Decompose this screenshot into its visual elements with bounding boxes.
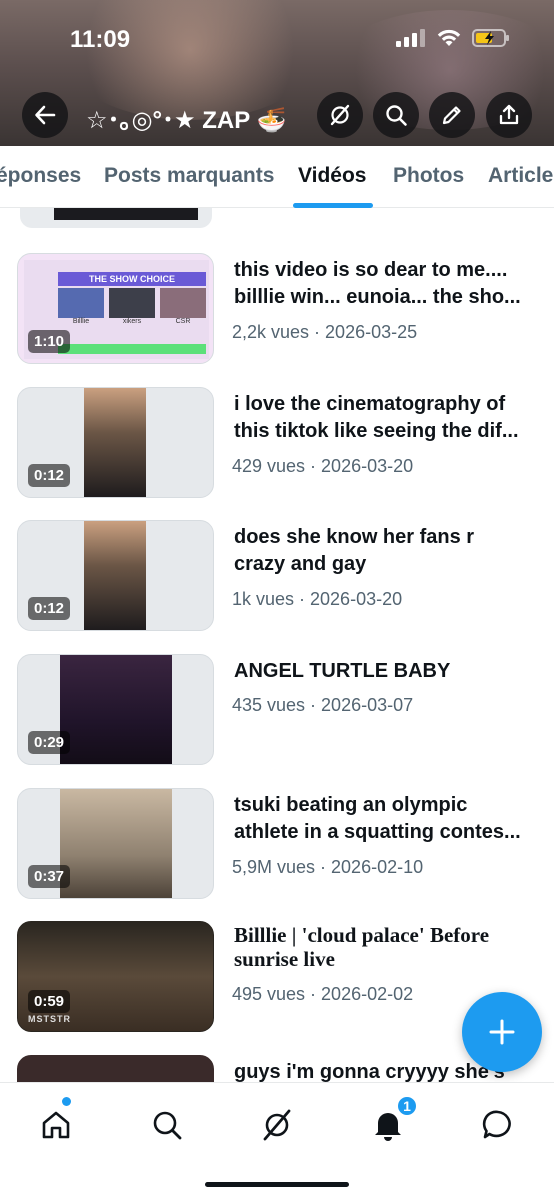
- video-thumbnail[interactable]: MSTSTR 0:59: [17, 921, 214, 1032]
- video-title: this video is so dear to me.... billlie …: [234, 259, 521, 308]
- video-meta: 5,9M vues · 2026-02-10: [232, 857, 424, 877]
- nav-explore[interactable]: [139, 1097, 195, 1153]
- group-label: CSR: [175, 318, 191, 325]
- video-meta: 495 vues · 2026-02-02: [232, 984, 414, 1004]
- profile-header: 11:09 ☆･｡◎°･★ ZAP 🍜: [0, 0, 554, 146]
- search-button[interactable]: [373, 92, 419, 138]
- video-thumbnail[interactable]: 0:12: [17, 520, 214, 631]
- video-thumbnail[interactable]: 0:29: [17, 654, 214, 765]
- pencil-icon: [442, 106, 461, 125]
- search-icon: [386, 105, 407, 126]
- video-title: Billlie | 'cloud palace' Before sunrise …: [234, 923, 490, 971]
- back-arrow-icon: [35, 105, 56, 125]
- notifications-badge: 1: [396, 1095, 418, 1117]
- video-thumbnail[interactable]: [17, 1055, 214, 1082]
- video-thumbnail[interactable]: 0:12: [17, 387, 214, 498]
- signal-icon: [396, 29, 425, 47]
- tab-highlights[interactable]: Posts marquants: [104, 164, 274, 188]
- video-title: i love the cinematography of this tiktok…: [234, 393, 519, 442]
- tab-articles[interactable]: Article: [488, 164, 553, 188]
- compose-button[interactable]: [462, 992, 542, 1072]
- profile-tabs: éponses Posts marquants Vidéos Photos Ar…: [0, 146, 554, 208]
- home-indicator: [205, 1182, 349, 1187]
- video-item[interactable]: guys i'm gonna cryyyy she's: [0, 1055, 554, 1082]
- group-label: Billlie: [72, 318, 90, 325]
- thumbnail-watermark: MSTSTR: [28, 1014, 71, 1024]
- video-item[interactable]: 0:37 tsuki beating an olympic athlete in…: [0, 788, 554, 908]
- video-duration: 0:12: [28, 464, 71, 487]
- explore-icon: [153, 1111, 182, 1140]
- grok-icon: [330, 104, 350, 126]
- tab-replies[interactable]: éponses: [0, 164, 81, 188]
- tab-videos[interactable]: Vidéos: [298, 164, 366, 188]
- share-button[interactable]: [486, 92, 532, 138]
- tab-photos[interactable]: Photos: [393, 164, 464, 188]
- video-title: tsuki beating an olympic athlete in a sq…: [234, 794, 521, 843]
- video-title: ANGEL TURTLE BABY: [234, 660, 451, 682]
- video-meta: 2,2k vues · 2026-03-25: [232, 322, 418, 342]
- back-button[interactable]: [22, 92, 68, 138]
- video-meta: 1k vues · 2026-03-20: [232, 589, 403, 609]
- share-icon: [499, 104, 519, 125]
- status-time: 11:09: [70, 26, 131, 53]
- nav-messages[interactable]: [470, 1097, 526, 1153]
- plus-icon: [489, 1019, 515, 1045]
- nav-grok[interactable]: [249, 1097, 305, 1153]
- video-item[interactable]: THE SHOW CHOICE Billlie xikers CSR 1:10 …: [0, 253, 554, 373]
- grok-nav-icon: [263, 1109, 291, 1141]
- grok-button[interactable]: [317, 92, 363, 138]
- nav-home[interactable]: [28, 1097, 84, 1153]
- messages-icon: [482, 1110, 511, 1139]
- profile-name: ☆･｡◎°･★ ZAP 🍜: [86, 107, 287, 134]
- status-icons: [396, 28, 510, 48]
- video-item[interactable]: 0:12 i love the cinematography of this t…: [0, 387, 554, 507]
- video-thumbnail-partial[interactable]: [20, 208, 212, 228]
- home-icon: [42, 1111, 70, 1139]
- video-item[interactable]: 0:29 ANGEL TURTLE BABY 435 vues · 2026-0…: [0, 654, 554, 774]
- video-thumbnail[interactable]: THE SHOW CHOICE Billlie xikers CSR 1:10: [17, 253, 214, 364]
- video-thumbnail[interactable]: 0:37: [17, 788, 214, 899]
- video-meta: 429 vues · 2026-03-20: [232, 456, 414, 476]
- battery-icon: [472, 29, 509, 47]
- video-duration: 0:37: [28, 865, 71, 888]
- show-choice-banner: THE SHOW CHOICE: [58, 272, 206, 286]
- header-toolbar: ☆･｡◎°･★ ZAP 🍜: [0, 92, 554, 138]
- video-duration: 0:29: [28, 731, 71, 754]
- video-list: THE SHOW CHOICE Billlie xikers CSR 1:10 …: [0, 208, 554, 1082]
- wifi-icon: [437, 29, 461, 46]
- video-duration: 0:12: [28, 597, 71, 620]
- video-item[interactable]: 0:12 does she know her fans r crazy and …: [0, 520, 554, 640]
- video-duration: 0:59: [28, 990, 71, 1013]
- video-duration: 1:10: [28, 330, 71, 353]
- video-meta: 435 vues · 2026-03-07: [232, 695, 414, 715]
- home-notification-dot: [62, 1097, 71, 1106]
- group-label: xikers: [122, 318, 142, 325]
- edit-button[interactable]: [429, 92, 475, 138]
- video-title: does she know her fans r crazy and gay: [234, 526, 475, 575]
